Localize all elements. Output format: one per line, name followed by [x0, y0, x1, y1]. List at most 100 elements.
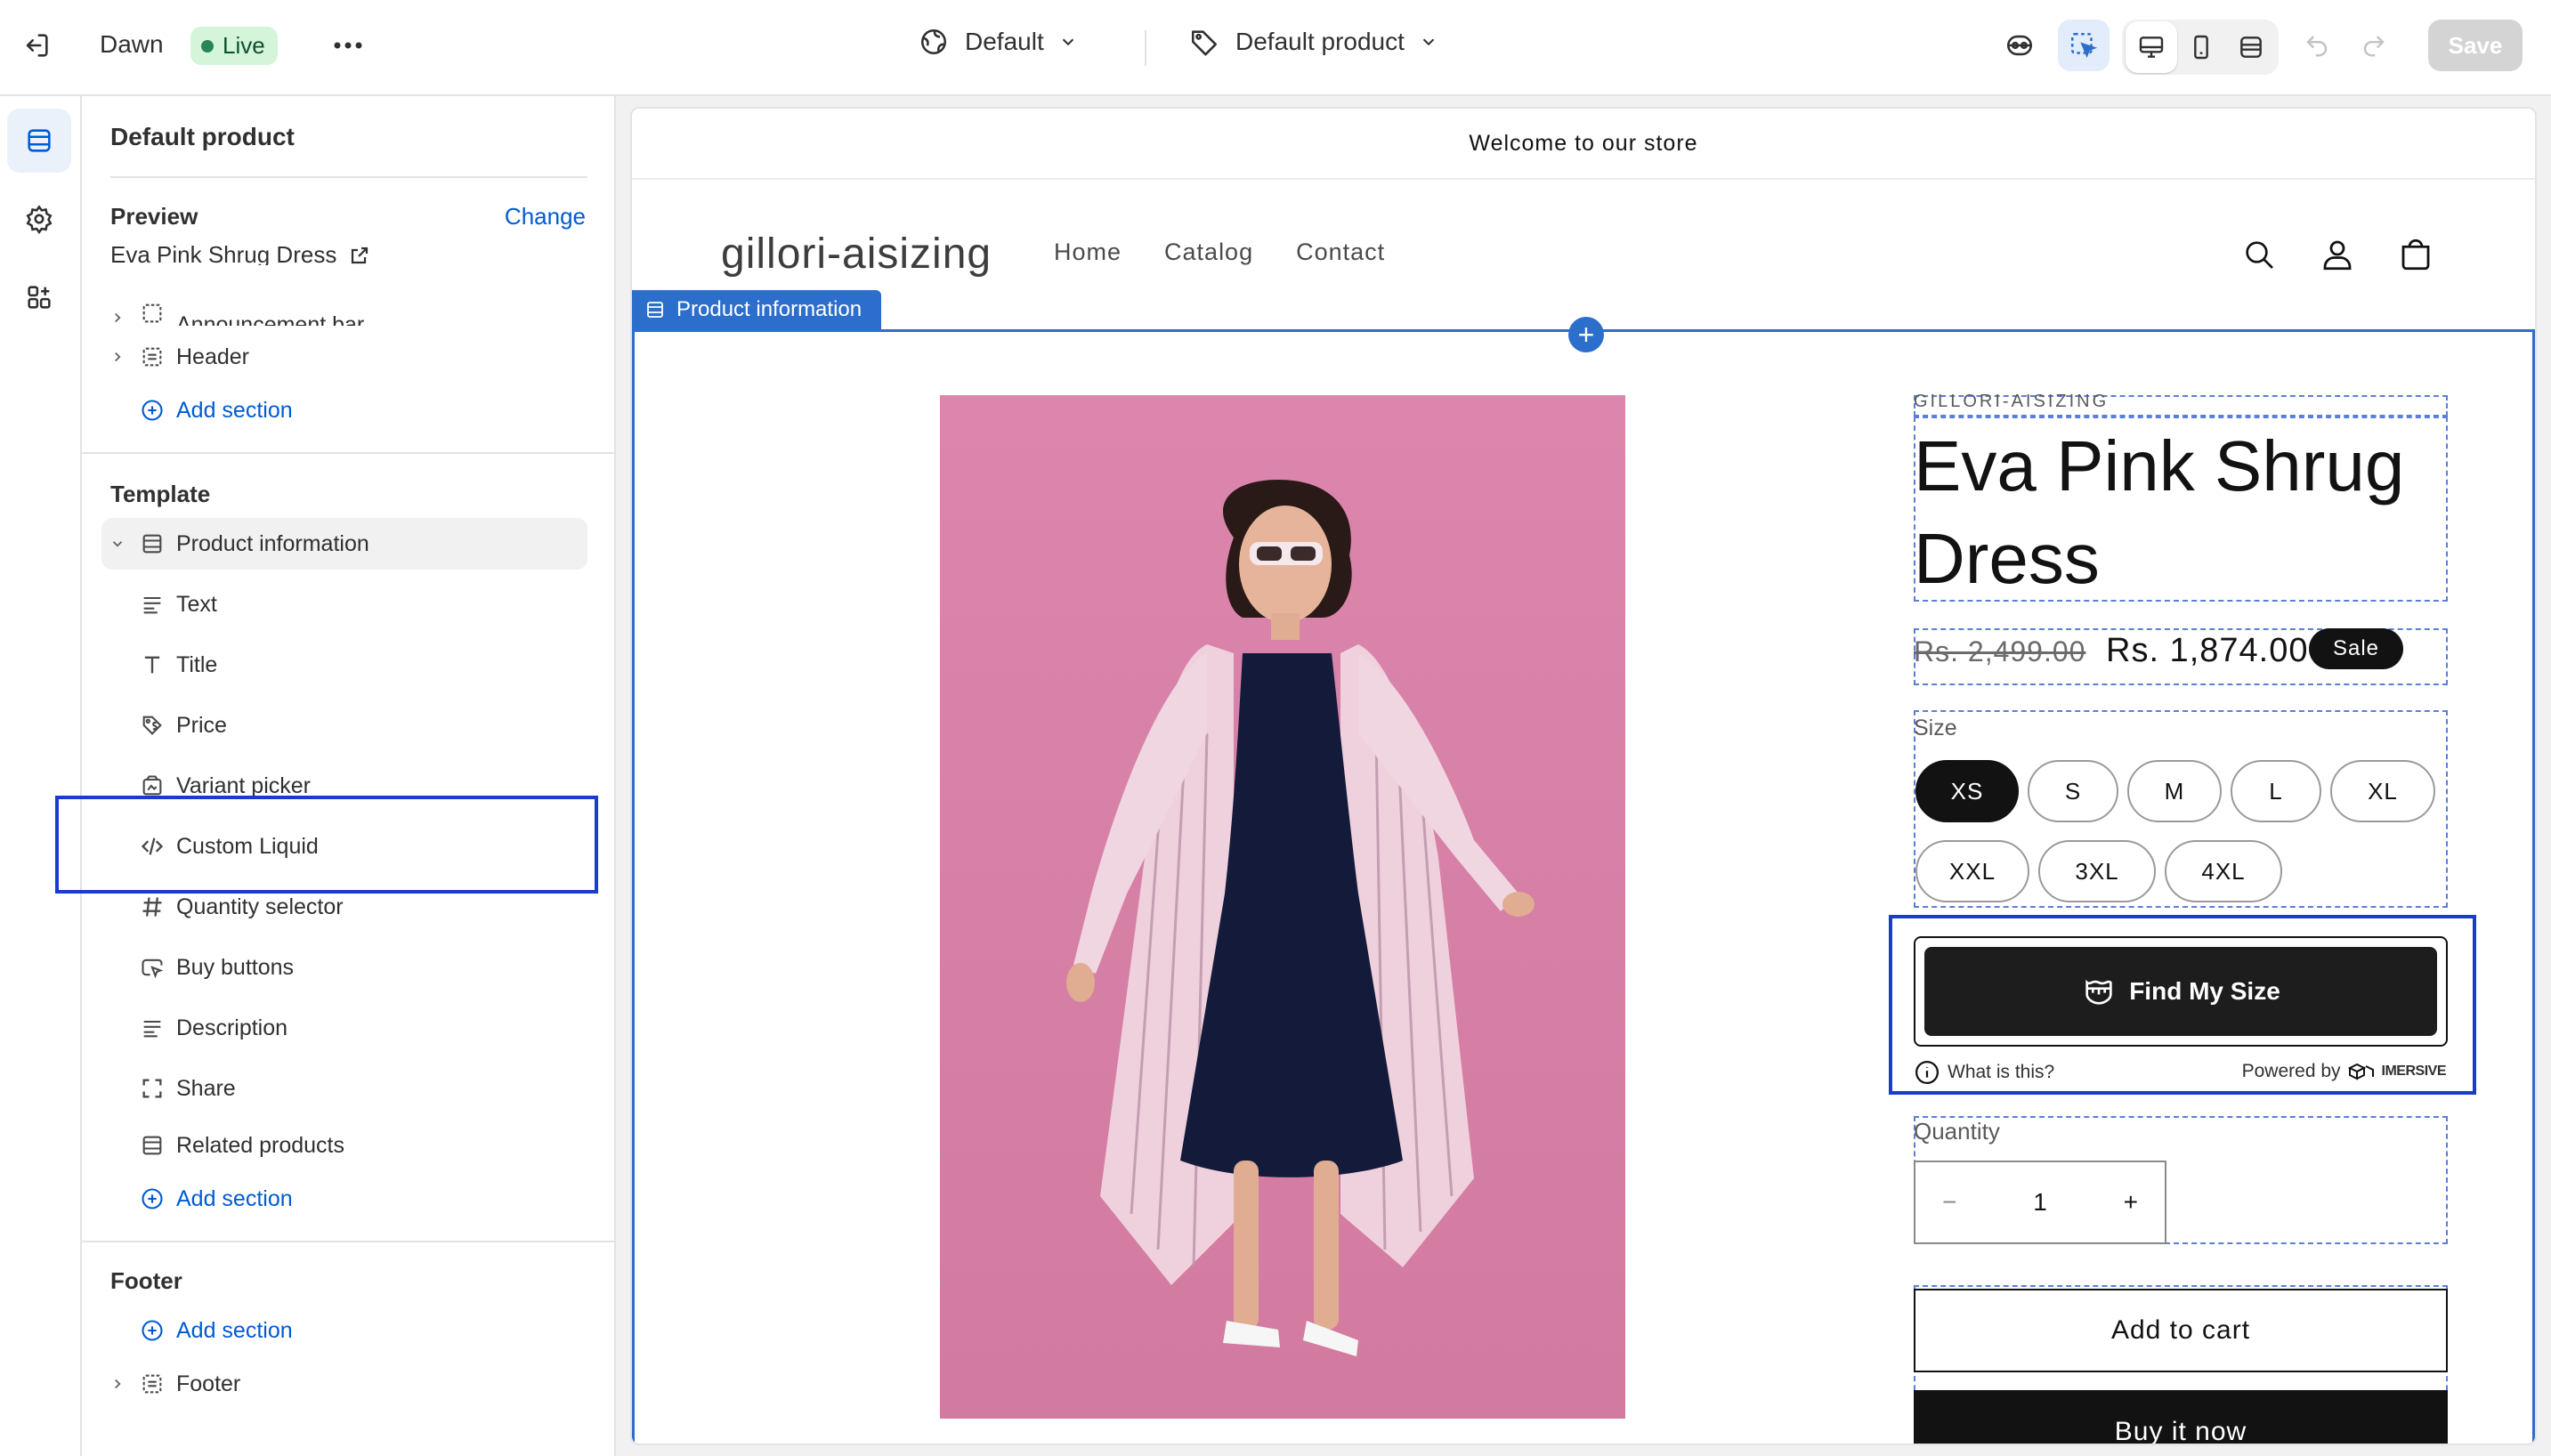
block-text[interactable]: Text: [101, 578, 587, 630]
inspector-select-icon[interactable]: [2058, 20, 2110, 71]
sidebar-item-label: Announcement bar: [176, 312, 365, 326]
share-icon: [137, 1076, 167, 1101]
apps-icon[interactable]: [7, 265, 71, 329]
product-vendor: GILLORI-AISIZING: [1914, 392, 2110, 411]
text-icon: [137, 1015, 167, 1040]
announcement-bar: Welcome to our store: [632, 109, 2535, 180]
buy-it-now-button[interactable]: Buy it now: [1914, 1390, 2448, 1444]
nav-contact[interactable]: Contact: [1296, 239, 1385, 266]
sidebar-divider: [110, 176, 587, 178]
desktop-view-icon[interactable]: [2126, 21, 2177, 73]
block-label: Description: [176, 1015, 288, 1040]
save-button[interactable]: Save: [2428, 20, 2523, 71]
mobile-view-icon[interactable]: [2175, 21, 2227, 73]
sidebar-item-product-information[interactable]: Product information: [101, 518, 587, 570]
chevron-right-icon: [105, 1376, 130, 1392]
topbar-divider: [1145, 30, 1146, 66]
undo-icon[interactable]: [2291, 20, 2343, 71]
more-options-icon[interactable]: [322, 20, 374, 71]
cart-icon[interactable]: [2393, 231, 2439, 278]
sidebar-item-label: Header: [176, 344, 249, 369]
custom-liquid-preview-highlight: [1889, 915, 2476, 1095]
theme-settings-icon[interactable]: [7, 187, 71, 251]
sidebar-item-header[interactable]: Header: [101, 331, 587, 383]
chevron-down-icon: [105, 536, 130, 552]
account-icon[interactable]: [2314, 231, 2361, 278]
viewport-toggle-group: [2122, 20, 2279, 75]
sidebar-item-announcement-bar[interactable]: Announcement bar: [101, 290, 587, 326]
sidebar-divider: [82, 1241, 614, 1242]
size-option-xs[interactable]: XS: [1915, 760, 2019, 822]
sections-icon[interactable]: [7, 109, 71, 173]
storefront-preview: Welcome to our store gillori-aisizing Ho…: [632, 109, 2535, 1444]
store-logo[interactable]: gillori-aisizing: [721, 230, 992, 279]
block-buy-buttons[interactable]: Buy buttons: [101, 942, 587, 993]
custom-liquid-highlight: [55, 796, 598, 894]
section-icon: [137, 1133, 167, 1158]
block-share[interactable]: Share: [101, 1063, 587, 1114]
template-selector[interactable]: Default: [919, 27, 1078, 57]
add-to-cart-button[interactable]: Add to cart: [1914, 1289, 2448, 1372]
footer-group-title: Footer: [110, 1267, 182, 1294]
section-tag[interactable]: Product information: [632, 290, 882, 329]
block-label: Share: [176, 1075, 236, 1101]
nav-home[interactable]: Home: [1054, 239, 1122, 266]
size-option-l[interactable]: L: [2231, 760, 2321, 822]
add-section-header[interactable]: Add section: [101, 384, 587, 436]
block-label: Price: [176, 712, 227, 738]
add-circle-icon: [137, 398, 167, 423]
product-selector[interactable]: Default product: [1189, 27, 1438, 57]
section-icon: [137, 531, 167, 556]
section-icon: [137, 1371, 167, 1396]
redo-icon[interactable]: [2348, 20, 2400, 71]
search-icon[interactable]: [2236, 231, 2282, 278]
size-option-xl[interactable]: XL: [2330, 760, 2435, 822]
chevron-down-icon: [1062, 38, 1073, 46]
sections-sidebar: Default product Preview Change Eva Pink …: [82, 96, 616, 1456]
tag-icon: [1191, 30, 1218, 56]
sidebar-item-footer[interactable]: Footer: [101, 1358, 587, 1410]
quantity-stepper[interactable]: − 1 +: [1914, 1161, 2166, 1244]
fullscreen-view-icon[interactable]: [2225, 21, 2277, 73]
chevron-right-icon: [105, 310, 130, 326]
block-price[interactable]: Price: [101, 700, 587, 751]
external-link-icon: [352, 247, 368, 263]
sidebar-item-related-products[interactable]: Related products: [101, 1120, 587, 1171]
quantity-decrease-button[interactable]: −: [1942, 1188, 1956, 1217]
theme-check-icon[interactable]: [1994, 20, 2045, 71]
variant-picker-icon: [137, 773, 167, 798]
live-label: Live: [223, 32, 265, 59]
size-option-3xl[interactable]: 3XL: [2038, 840, 2156, 902]
product-image[interactable]: [940, 395, 1625, 1419]
size-option-s[interactable]: S: [2028, 760, 2118, 822]
add-section-plus-icon[interactable]: +: [1568, 317, 1604, 352]
size-option-m[interactable]: M: [2127, 760, 2222, 822]
editor-rail: [0, 96, 82, 1456]
chevron-right-icon: [105, 349, 130, 365]
add-circle-icon: [137, 1186, 167, 1211]
block-label: Text: [176, 591, 217, 617]
live-dot-icon: [201, 39, 214, 53]
nav-catalog[interactable]: Catalog: [1164, 239, 1253, 266]
change-preview-link[interactable]: Change: [505, 203, 586, 231]
block-title[interactable]: Title: [101, 639, 587, 691]
cursor-button-icon: [137, 955, 167, 980]
hash-icon: [137, 894, 167, 919]
quantity-value[interactable]: 1: [2033, 1188, 2047, 1217]
add-section-template[interactable]: Add section: [101, 1173, 587, 1225]
size-label: Size: [1914, 716, 1957, 740]
block-description[interactable]: Description: [101, 1002, 587, 1054]
template-group-title: Template: [110, 481, 211, 507]
section-icon: [647, 302, 663, 318]
block-label: Quantity selector: [176, 894, 344, 919]
product-selector-label: Default product: [1235, 28, 1405, 55]
template-selector-label: Default: [965, 28, 1044, 55]
product-title: Eva Pink Shrug Dress: [1914, 426, 2405, 598]
add-section-footer[interactable]: Add section: [101, 1305, 587, 1356]
add-circle-icon: [137, 1318, 167, 1343]
sale-badge: Sale: [2309, 628, 2403, 669]
exit-icon[interactable]: [11, 20, 62, 71]
quantity-increase-button[interactable]: +: [2124, 1188, 2138, 1217]
size-option-4xl[interactable]: 4XL: [2165, 840, 2282, 902]
size-option-xxl[interactable]: XXL: [1915, 840, 2029, 902]
